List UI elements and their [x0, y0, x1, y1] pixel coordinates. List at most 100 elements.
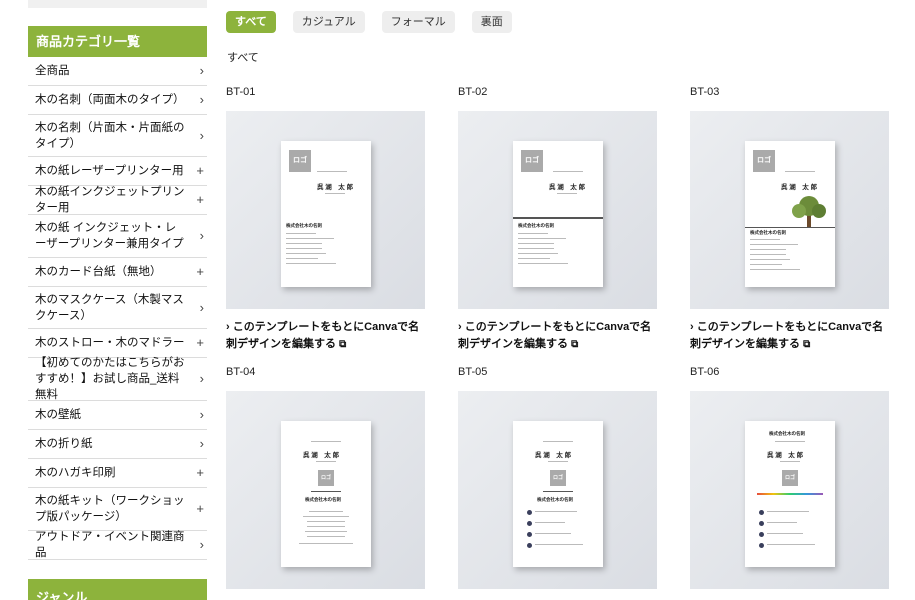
- text-line: [286, 233, 316, 234]
- category-label: 木の名刺（片面木・片面紙のタイプ）: [35, 121, 185, 150]
- category-label: 木の紙 インクジェット・レーザープリンター兼用タイプ: [35, 222, 184, 250]
- template-thumbnail[interactable]: 呉 湖 太 郎 ロゴ 株式会社木の名刺: [458, 391, 657, 589]
- business-card-preview: ロゴ 呉 湖 太 郎 株式会社木の名刺: [513, 141, 603, 287]
- plus-icon: +: [196, 501, 204, 516]
- card-name: 呉 湖 太 郎: [303, 452, 340, 459]
- chevron-right-icon: ›: [199, 127, 204, 143]
- business-card-preview: ロゴ 呉 湖 太 郎 株式会社木の名刺: [745, 141, 835, 287]
- genre-header: ジャンル: [28, 579, 207, 600]
- logo-placeholder: ロゴ: [521, 150, 543, 172]
- text-line: [535, 533, 571, 534]
- template-thumbnail[interactable]: ロゴ 呉 湖 太 郎 株式会社木の名刺: [458, 111, 657, 309]
- category-label: 木の壁紙: [35, 409, 81, 421]
- plus-icon: +: [196, 264, 204, 279]
- tree-illustration-icon: [792, 196, 826, 227]
- divider-line: [745, 227, 835, 228]
- plus-icon: +: [196, 192, 204, 207]
- chevron-right-icon: ›: [199, 92, 204, 107]
- category-label: 木のハガキ印刷: [35, 467, 116, 479]
- category-label: 木の折り紙: [35, 438, 93, 450]
- category-list: 全商品 › 木の名刺（両面木のタイプ） › 木の名刺（片面木・片面紙のタイプ） › 木…: [28, 57, 207, 560]
- text-line: [317, 171, 347, 172]
- category-item-postcard[interactable]: 木のハガキ印刷 +: [28, 459, 207, 488]
- text-line: [548, 461, 568, 462]
- category-label: 木の紙インクジェットプリンター用: [35, 186, 185, 214]
- phone-icon: [759, 521, 764, 526]
- text-line: [286, 263, 336, 264]
- rainbow-divider: [757, 493, 823, 495]
- category-label: 全商品: [35, 65, 70, 77]
- filter-casual[interactable]: カジュアル: [292, 11, 365, 33]
- sidebar: 商品カテゴリ一覧 全商品 › 木の名刺（両面木のタイプ） › 木の名刺（片面木・片面…: [28, 0, 207, 600]
- text-line: [557, 193, 577, 194]
- filter-all[interactable]: すべて: [226, 11, 276, 33]
- filter-back[interactable]: 裏面: [471, 11, 512, 33]
- category-item-inkjet-paper[interactable]: 木の紙インクジェットプリンター用 +: [28, 186, 207, 215]
- card-company: 株式会社木の名刺: [286, 223, 322, 228]
- address-icon: [527, 510, 532, 515]
- template-card: BT-04 呉 湖 太 郎 ロゴ 株式会社木の名刺: [226, 366, 425, 589]
- category-item-wood-card-double[interactable]: 木の名刺（両面木のタイプ） ›: [28, 86, 207, 115]
- text-line: [286, 248, 322, 249]
- text-line: [535, 522, 565, 523]
- web-icon: [759, 543, 764, 548]
- chevron-right-icon: ›: [199, 299, 204, 315]
- text-line: [518, 263, 568, 264]
- phone-icon: [527, 521, 532, 526]
- category-item-wood-card-single[interactable]: 木の名刺（片面木・片面紙のタイプ） ›: [28, 115, 207, 157]
- text-line: [750, 269, 800, 270]
- category-item-all[interactable]: 全商品 ›: [28, 57, 207, 86]
- template-code: BT-02: [458, 86, 488, 98]
- external-link-icon: ⧉: [339, 339, 347, 350]
- chevron-right-icon: ›: [199, 436, 204, 451]
- category-item-origami[interactable]: 木の折り紙 ›: [28, 430, 207, 459]
- template-card: BT-06 株式会社木の名刺 呉 湖 太 郎 ロゴ: [690, 366, 889, 589]
- address-icon: [759, 510, 764, 515]
- text-line: [535, 544, 583, 545]
- card-name: 呉 湖 太 郎: [535, 452, 572, 459]
- category-item-workshop-kit[interactable]: 木の紙キット（ワークショップ版パッケージ） +: [28, 488, 207, 531]
- text-line: [299, 543, 353, 544]
- mail-icon: [527, 532, 532, 537]
- text-line: [780, 461, 800, 462]
- text-line: [309, 511, 343, 512]
- card-company: 株式会社木の名刺: [750, 230, 786, 235]
- category-item-trial[interactable]: 【初めてのかたはこちらがおすすめ！】お試し商品_送料無料 ›: [28, 357, 207, 401]
- category-item-wallpaper[interactable]: 木の壁紙 ›: [28, 401, 207, 430]
- external-link-icon: ⧉: [571, 339, 579, 350]
- template-code: BT-03: [690, 86, 720, 98]
- canva-edit-link[interactable]: › このテンプレートをもとにCanvaで名刺デザインを編集する ⧉: [226, 319, 425, 353]
- text-line: [535, 511, 577, 512]
- template-thumbnail[interactable]: ロゴ 呉 湖 太 郎 株式会社木の名刺: [690, 111, 889, 309]
- text-line: [311, 441, 341, 442]
- category-item-straw[interactable]: 木のストロー・木のマドラー +: [28, 329, 207, 358]
- business-card-preview: ロゴ 呉 湖 太 郎 株式会社木の名刺: [281, 141, 371, 287]
- category-item-dual-paper[interactable]: 木の紙 インクジェット・レーザープリンター兼用タイプ ›: [28, 215, 207, 258]
- text-line: [775, 441, 805, 442]
- category-item-card-mount[interactable]: 木のカード台紙（無地） +: [28, 258, 207, 287]
- filter-formal[interactable]: フォーマル: [381, 11, 455, 33]
- template-thumbnail[interactable]: ロゴ 呉 湖 太 郎 株式会社木の名刺: [226, 111, 425, 309]
- plus-icon: +: [196, 465, 204, 480]
- category-item-outdoor[interactable]: アウトドア・イベント関連商品 ›: [28, 531, 207, 560]
- text-line: [286, 238, 334, 239]
- template-thumbnail[interactable]: 呉 湖 太 郎 ロゴ 株式会社木の名刺: [226, 391, 425, 589]
- chevron-right-icon: ›: [199, 228, 204, 243]
- template-thumbnail[interactable]: 株式会社木の名刺 呉 湖 太 郎 ロゴ: [690, 391, 889, 589]
- canva-edit-link[interactable]: › このテンプレートをもとにCanvaで名刺デザインを編集する ⧉: [458, 319, 657, 353]
- text-line: [750, 244, 798, 245]
- category-item-laser-paper[interactable]: 木の紙レーザープリンター用 +: [28, 157, 207, 186]
- business-card-preview: 呉 湖 太 郎 ロゴ 株式会社木の名刺: [513, 421, 603, 567]
- canva-edit-link[interactable]: › このテンプレートをもとにCanvaで名刺デザインを編集する ⧉: [690, 319, 889, 353]
- category-header: 商品カテゴリ一覧: [28, 26, 207, 57]
- text-line: [767, 511, 809, 512]
- business-card-preview: 株式会社木の名刺 呉 湖 太 郎 ロゴ: [745, 421, 835, 567]
- category-label: 【初めてのかたはこちらがおすすめ！】お試し商品_送料無料: [35, 357, 185, 401]
- web-icon: [527, 543, 532, 548]
- category-item-mask-case[interactable]: 木のマスクケース（木製マスクケース） ›: [28, 287, 207, 329]
- logo-placeholder: ロゴ: [318, 470, 334, 486]
- sidebar-top-block: [28, 0, 207, 8]
- text-line: [307, 526, 345, 527]
- canva-edit-link-text: › このテンプレートをもとにCanvaで名刺デザインを編集する: [226, 321, 420, 350]
- text-line: [553, 171, 583, 172]
